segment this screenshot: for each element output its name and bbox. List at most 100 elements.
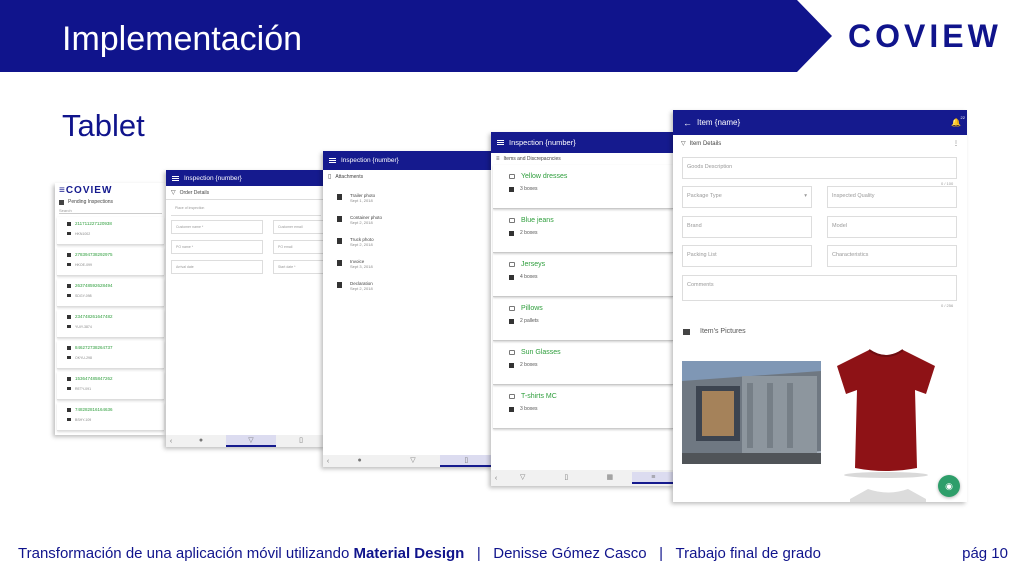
image-icon [337, 216, 342, 222]
footer-separator: | [646, 545, 676, 562]
attachment-tab-icon[interactable]: ▯ [439, 455, 493, 467]
item-name: T-shirts MC [521, 393, 557, 400]
item-name-row: Yellow dresses [509, 173, 657, 180]
model-field[interactable]: Model [827, 216, 957, 238]
menu-icon[interactable] [497, 140, 504, 145]
goods-description-field[interactable]: Goods Description [682, 157, 957, 179]
attachment-item[interactable]: Truck photo Sept 2, 2018 [323, 231, 493, 253]
list-tab-icon[interactable]: ≡ [631, 472, 675, 484]
item-name-row: Jerseys [509, 261, 657, 268]
more-options-icon[interactable]: ⋮ [953, 140, 959, 147]
second-shirt-photo[interactable] [848, 487, 928, 502]
slide-title: Implementación [62, 20, 303, 58]
section-label: Order Details [179, 189, 210, 196]
packing-list-field[interactable]: Packing List [682, 245, 812, 267]
item-name: Pillows [521, 305, 543, 312]
footer: Transformación de una aplicación móvil u… [18, 545, 1008, 562]
inspection-card[interactable]: 263748592628494 SDGY-098 [57, 279, 164, 307]
po-email-field[interactable]: PO email [273, 240, 326, 254]
inspection-card[interactable]: 153647485847262 RETY-091 [57, 372, 164, 400]
bottom-nav: ‹ ● ▽ ▯ [323, 455, 493, 467]
comments-char-count: 0 / 256 [941, 303, 954, 308]
attachment-tab-icon[interactable]: ▯ [276, 435, 326, 447]
item-name-row: Sun Glasses [509, 349, 657, 356]
inspection-icon [59, 199, 64, 205]
back-icon[interactable]: ‹ [323, 458, 333, 465]
inspection-card[interactable]: 278394738292975 HKOE-099 [57, 248, 164, 276]
item-qty-row: 2 boxes [509, 362, 657, 368]
brand-field[interactable]: Brand [682, 216, 812, 238]
folder-icon [67, 377, 71, 381]
attachment-item[interactable]: Invoice Sept 3, 2018 [323, 253, 493, 275]
tag-icon [509, 350, 515, 355]
truck-icon [67, 294, 71, 297]
camera-fab-button[interactable]: ◉ [938, 475, 960, 497]
arrival-date-field[interactable]: Arrival date [171, 260, 263, 274]
info-tab-icon[interactable]: ● [176, 435, 226, 447]
footer-title: Transformación de una aplicación móvil u… [18, 545, 354, 562]
item-name: Blue jeans [521, 217, 554, 224]
characteristics-field[interactable]: Characteristics [827, 245, 957, 267]
item-card[interactable]: Pillows 2 pallets [493, 297, 673, 341]
customer-name-field[interactable]: Customer name * [171, 220, 263, 234]
inspection-card[interactable]: 211711227120938 HKN1002 [57, 217, 164, 245]
back-arrow-icon[interactable]: ← [683, 118, 692, 128]
customer-email-field[interactable]: Customer email [273, 220, 326, 234]
start-date-field[interactable]: Start date * [273, 260, 326, 274]
menu-icon[interactable] [172, 175, 179, 181]
page-number: pág 10 [962, 545, 1008, 562]
menu-icon[interactable] [329, 158, 336, 163]
item-name: Jerseys [521, 261, 546, 268]
po-name-field[interactable]: PO name * [171, 240, 263, 254]
inspection-card[interactable]: 748282816164636 BSHY-109 [57, 403, 164, 431]
app-brand: ≡COVIEW [59, 185, 113, 196]
notification-bell-icon[interactable]: 🔔 22 [951, 115, 965, 127]
back-icon[interactable]: ‹ [491, 475, 501, 482]
info-tab-icon[interactable]: ● [333, 455, 386, 467]
attachment-item[interactable]: Trailer photo Sept 1, 2018 [323, 187, 493, 209]
bottom-nav: ‹ ▽ ▯ ▦ ≡ [491, 470, 675, 486]
section-label: Attachments [335, 173, 364, 180]
footer-work: Trabajo final de grado [675, 545, 821, 562]
inspection-code: 153647485847262 [75, 376, 113, 381]
filter-tab-icon[interactable]: ▽ [386, 455, 439, 467]
container-photo[interactable] [682, 361, 821, 464]
section-header: ≡ Items and Discrepacncies [491, 153, 675, 165]
place-field[interactable]: Place of inspection [171, 202, 321, 216]
folder-icon [67, 284, 71, 288]
tshirt-photo[interactable] [831, 344, 941, 479]
filter-tab-icon[interactable]: ▽ [226, 435, 276, 447]
package-type-select[interactable]: Package Type ▾ [682, 186, 812, 208]
section-label: Item Details [689, 140, 722, 147]
attachment-tab-icon[interactable]: ▯ [545, 472, 589, 484]
item-card[interactable]: Blue jeans 2 boxes [493, 209, 673, 253]
item-card[interactable]: Jerseys 4 boxes [493, 253, 673, 297]
section-header: Pending Inspections [55, 198, 166, 206]
attachment-item[interactable]: Container photo Sept 2, 2018 [323, 209, 493, 231]
bottom-nav: ‹ ● ▽ ▯ [166, 435, 326, 447]
inspection-ref: OKYU-298 [75, 356, 92, 360]
inspection-code: 748282816164636 [75, 407, 113, 412]
app-bar-title: Inspection {number} [341, 157, 399, 164]
inspection-list: 211711227120938 HKN1002 278394738292975 HKO… [55, 217, 166, 431]
attachment-item[interactable]: Declaration Sept 2, 2018 [323, 275, 493, 297]
filter-icon: ▽ [681, 141, 686, 147]
filter-tab-icon[interactable]: ▽ [501, 472, 545, 484]
search-input[interactable]: Search [59, 208, 162, 214]
item-name: Sun Glasses [521, 349, 561, 356]
back-icon[interactable]: ‹ [166, 438, 176, 445]
pictures-header: Item's Pictures [683, 328, 746, 335]
truck-icon [67, 356, 71, 359]
comments-field[interactable]: Comments [682, 275, 957, 301]
folder-icon [67, 253, 71, 257]
app-bar: ← Item {name} 🔔 22 [673, 110, 967, 135]
item-card[interactable]: T-shirts MC 3 boxes [493, 385, 673, 429]
inspection-card[interactable]: 234748261647482 YUIY-3874 [57, 310, 164, 338]
item-name-row: T-shirts MC [509, 393, 657, 400]
inspected-quality-field[interactable]: Inspected Quality [827, 186, 957, 208]
item-qty: 2 boxes [520, 230, 538, 236]
inspection-card[interactable]: 846272738264737 OKYU-298 [57, 341, 164, 369]
item-card[interactable]: Yellow dresses 3 boxes [493, 165, 673, 209]
item-card[interactable]: Sun Glasses 2 boxes [493, 341, 673, 385]
grid-tab-icon[interactable]: ▦ [588, 472, 632, 484]
